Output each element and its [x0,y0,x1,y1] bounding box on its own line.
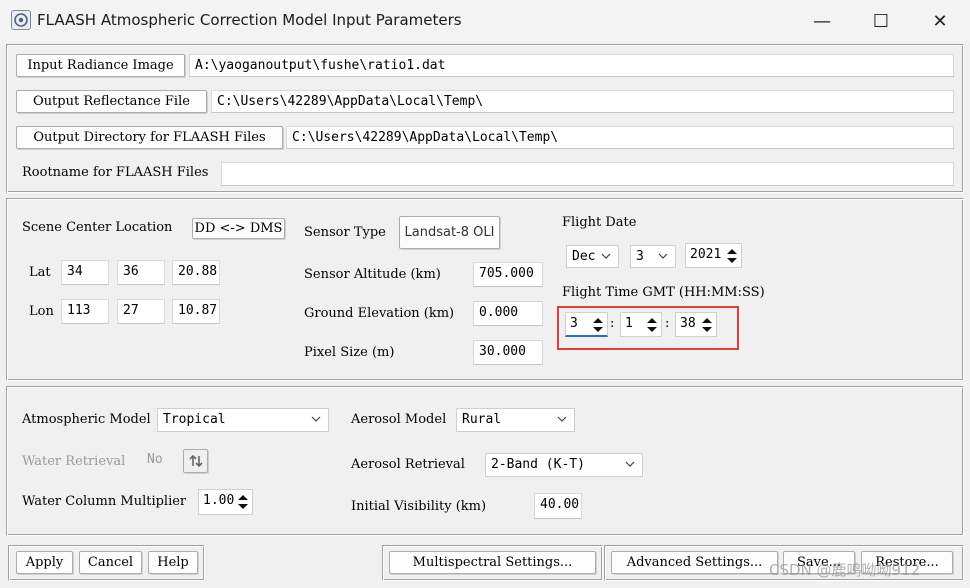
rootname-label: Rootname for FLAASH Files [22,165,209,180]
atmospheric-model-value: Tropical [163,412,226,427]
lat-label: Lat [29,265,51,280]
ground-elevation-field[interactable]: 0.000 [473,301,543,326]
aerosol-retrieval-dropdown[interactable]: 2-Band (K-T) [485,453,643,477]
ground-elevation-label: Ground Elevation (km) [304,306,455,321]
flight-day-value: 3 [636,249,644,264]
aerosol-model-dropdown[interactable]: Rural [456,408,575,432]
minimize-icon: — [813,10,831,32]
flight-second-spinner[interactable]: 38 [675,312,717,337]
cancel-button[interactable]: Cancel [79,551,142,574]
initial-visibility-field[interactable]: 40.00 [534,493,582,519]
lon-label: Lon [29,304,54,319]
flight-hour-value: 3 [570,316,578,331]
aerosol-model-label: Aerosol Model [351,412,447,427]
scene-location-label: Scene Center Location [22,220,173,235]
app-icon [11,10,31,30]
flight-day-dropdown[interactable]: 3 [630,245,676,268]
multispectral-settings-button[interactable]: Multispectral Settings... [389,551,596,574]
help-button[interactable]: Help [148,551,198,574]
initial-visibility-label: Initial Visibility (km) [351,499,487,514]
close-icon: ✕ [932,10,948,32]
flight-month-value: Dec [572,249,596,264]
flight-date-label: Flight Date [562,215,637,230]
atmospheric-model-label: Atmospheric Model [22,412,151,427]
spinner-arrows-icon [702,318,712,332]
sensor-altitude-field[interactable]: 705.000 [473,262,543,287]
water-column-value: 1.00 [203,493,235,508]
maximize-button[interactable]: ☐ [857,0,905,42]
output-reflectance-button[interactable]: Output Reflectance File [16,90,207,113]
chevron-down-icon [557,416,567,422]
window-title: FLAASH Atmospheric Correction Model Inpu… [37,11,462,29]
time-separator: : [610,316,615,331]
aerosol-retrieval-label: Aerosol Retrieval [351,457,465,472]
apply-button[interactable]: Apply [16,551,73,574]
lat-degrees-field[interactable]: 34 [61,260,109,285]
lat-seconds-field[interactable]: 20.88 [172,260,220,285]
spinner-arrows-icon [727,249,737,263]
aerosol-retrieval-value: 2-Band (K-T) [491,457,585,472]
pixel-size-field[interactable]: 30.000 [473,340,543,365]
spinner-arrows-icon [647,318,657,332]
chevron-down-icon [658,253,668,259]
time-separator: : [665,316,670,331]
pixel-size-label: Pixel Size (m) [304,345,395,360]
lon-minutes-field[interactable]: 27 [117,299,165,324]
lon-seconds-field[interactable]: 10.87 [172,299,220,324]
rootname-field[interactable] [221,162,954,186]
flight-time-label: Flight Time GMT (HH:MM:SS) [562,285,765,300]
output-reflectance-field[interactable]: C:\Users\42289\AppData\Local\Temp\ [211,90,954,113]
flight-year-value: 2021 [690,247,722,262]
sensor-type-label: Sensor Type [304,225,386,240]
flight-minute-spinner[interactable]: 1 [620,312,662,337]
swap-arrows-icon [188,454,203,468]
sensor-altitude-label: Sensor Altitude (km) [304,267,441,282]
dd-dms-button[interactable]: DD <-> DMS [192,218,285,239]
flight-minute-value: 1 [625,316,633,331]
water-column-spinner[interactable]: 1.00 [198,489,253,515]
flight-hour-spinner[interactable]: 3 [565,312,608,337]
atmospheric-model-dropdown[interactable]: Tropical [157,408,329,432]
output-directory-button[interactable]: Output Directory for FLAASH Files [16,126,283,149]
water-retrieval-label: Water Retrieval [22,454,126,469]
input-radiance-button[interactable]: Input Radiance Image [16,54,185,77]
lat-minutes-field[interactable]: 36 [117,260,165,285]
aerosol-model-value: Rural [462,412,502,427]
flight-second-value: 38 [680,316,696,331]
chevron-down-icon [625,461,635,467]
maximize-icon: ☐ [872,10,890,32]
advanced-settings-button[interactable]: Advanced Settings... [611,551,778,574]
minimize-button[interactable]: — [798,0,846,42]
close-button[interactable]: ✕ [916,0,964,42]
lon-degrees-field[interactable]: 113 [61,299,109,324]
water-column-label: Water Column Multiplier [22,494,187,509]
chevron-down-icon [601,253,611,259]
flight-year-spinner[interactable]: 2021 [685,243,742,268]
output-directory-field[interactable]: C:\Users\42289\AppData\Local\Temp\ [286,126,954,149]
spinner-arrows-icon [238,495,248,509]
sensor-type-button[interactable]: Landsat-8 OLI [399,216,500,249]
water-retrieval-value: No [147,452,163,467]
spinner-arrows-icon [593,318,603,332]
input-radiance-field[interactable]: A:\yaoganoutput\fushe\ratio1.dat [189,54,954,77]
flight-month-dropdown[interactable]: Dec [566,245,619,268]
water-retrieval-toggle[interactable] [183,449,208,473]
chevron-down-icon [311,416,321,422]
watermark-text: CSDN @鹿鸣呦呦912 [769,561,921,579]
